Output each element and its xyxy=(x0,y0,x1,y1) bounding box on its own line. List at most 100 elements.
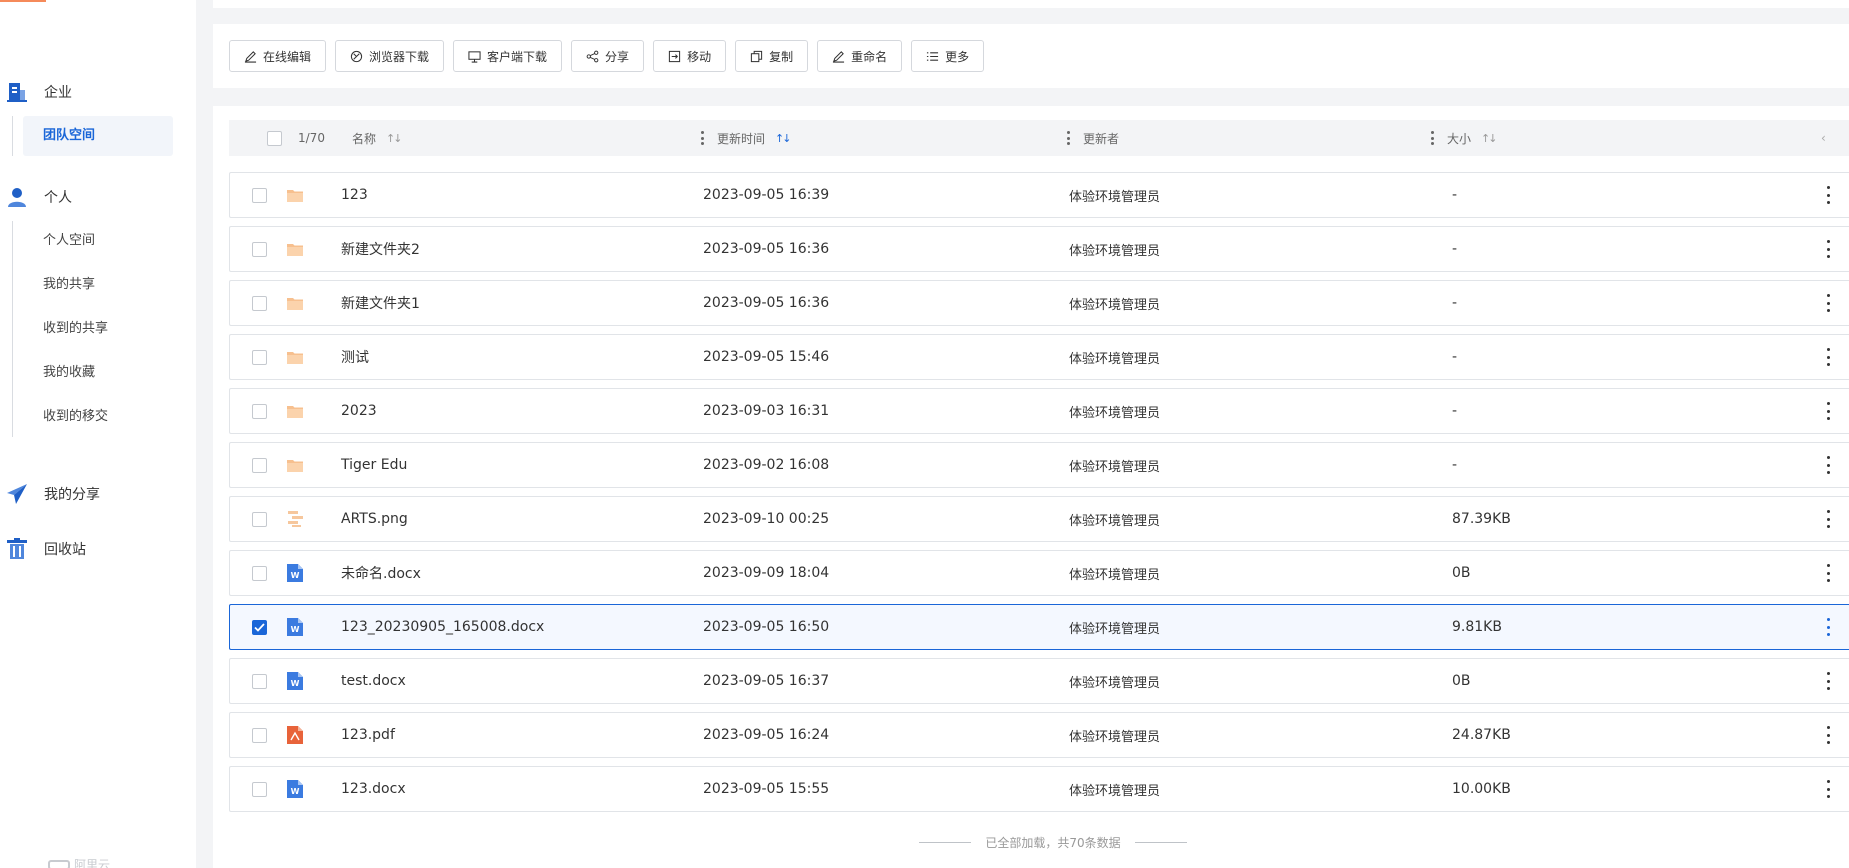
table-row[interactable]: 新建文件夹1 2023-09-05 16:36 体验环境管理员 - xyxy=(229,280,1849,326)
header-name[interactable]: 名称 ↑↓ xyxy=(352,120,403,156)
file-name[interactable]: Tiger Edu xyxy=(341,443,407,487)
divider-right xyxy=(1134,842,1187,843)
file-name[interactable]: 123 xyxy=(341,173,368,217)
row-checkbox[interactable] xyxy=(252,565,267,581)
sidebar-item-received-transfers[interactable]: 收到的移交 xyxy=(23,397,173,437)
nav-my-share[interactable]: 我的分享 xyxy=(0,480,196,508)
row-checkbox[interactable] xyxy=(252,619,267,635)
column-resize-handle[interactable] xyxy=(701,131,704,145)
cloud-logo-icon xyxy=(48,859,70,868)
more-button[interactable]: 更多 xyxy=(911,40,985,72)
row-checkbox[interactable] xyxy=(252,727,267,743)
header-size[interactable]: 大小 ↑↓ xyxy=(1447,120,1498,156)
nav-recycle-label: 回收站 xyxy=(44,542,86,558)
file-name[interactable]: 新建文件夹1 xyxy=(341,281,420,325)
file-name[interactable]: 123.pdf xyxy=(341,713,395,757)
copy-button[interactable]: 复制 xyxy=(735,40,809,72)
select-all-checkbox[interactable] xyxy=(267,130,282,146)
file-name[interactable]: test.docx xyxy=(341,659,406,703)
online-edit-button[interactable]: 在线编辑 xyxy=(229,40,327,72)
updated-time: 2023-09-05 16:36 xyxy=(703,241,830,257)
updater-name: 体验环境管理员 xyxy=(1069,783,1161,799)
file-name[interactable]: 123.docx xyxy=(341,767,406,811)
footer-logo-label: 阿里云 xyxy=(74,858,111,868)
table-row[interactable]: W 123_20230905_165008.docx 2023-09-05 16:5… xyxy=(229,604,1849,650)
row-more-icon[interactable] xyxy=(1825,672,1831,690)
updated-time: 2023-09-05 15:55 xyxy=(703,781,830,797)
move-button[interactable]: 移动 xyxy=(653,40,727,72)
row-more-icon[interactable] xyxy=(1825,294,1831,312)
row-checkbox[interactable] xyxy=(252,511,267,527)
nav-recycle-bin[interactable]: 回收站 xyxy=(0,535,196,563)
row-more-icon[interactable] xyxy=(1825,726,1831,744)
row-more-icon[interactable] xyxy=(1825,780,1831,798)
folder-icon xyxy=(287,443,303,487)
table-row[interactable]: ARTS.png 2023-09-10 00:25 体验环境管理员 87.39KB xyxy=(229,496,1849,542)
rename-label: 重命名 xyxy=(851,49,888,64)
column-resize-handle[interactable] xyxy=(1431,131,1434,145)
file-name[interactable]: 测试 xyxy=(341,335,369,379)
updater-name: 体验环境管理员 xyxy=(1069,297,1161,313)
row-more-icon[interactable] xyxy=(1825,510,1831,528)
header-updater[interactable]: 更新者 xyxy=(1083,120,1119,156)
table-row[interactable]: Tiger Edu 2023-09-02 16:08 体验环境管理员 - xyxy=(229,442,1849,488)
row-more-icon[interactable] xyxy=(1825,402,1831,420)
file-name[interactable]: 123_20230905_165008.docx xyxy=(341,605,544,649)
table-row[interactable]: 测试 2023-09-05 15:46 体验环境管理员 - xyxy=(229,334,1849,380)
file-size: 0B xyxy=(1452,673,1471,689)
table-row[interactable]: W 123.docx 2023-09-05 15:55 体验环境管理员 10.00KB xyxy=(229,766,1849,812)
file-size: 87.39KB xyxy=(1452,511,1511,527)
sidebar-item-favorites[interactable]: 我的收藏 xyxy=(23,353,173,393)
file-name[interactable]: 2023 xyxy=(341,389,377,433)
updater-name: 体验环境管理员 xyxy=(1069,729,1161,745)
row-checkbox[interactable] xyxy=(252,187,267,203)
sidebar-item-my-shares[interactable]: 我的共享 xyxy=(23,265,173,305)
row-checkbox[interactable] xyxy=(252,295,267,311)
row-more-icon[interactable] xyxy=(1825,618,1831,636)
rename-button[interactable]: 重命名 xyxy=(817,40,903,72)
chevron-left-icon[interactable]: ‹ xyxy=(1821,120,1826,156)
sidebar-item-received-shares[interactable]: 收到的共享 xyxy=(23,309,173,349)
client-download-label: 客户端下载 xyxy=(487,49,548,64)
share-button[interactable]: 分享 xyxy=(571,40,645,72)
row-more-icon[interactable] xyxy=(1825,456,1831,474)
top-strip xyxy=(213,0,1849,8)
row-more-icon[interactable] xyxy=(1825,240,1831,258)
row-more-icon[interactable] xyxy=(1825,348,1831,366)
updated-time: 2023-09-05 16:39 xyxy=(703,187,830,203)
file-size: 24.87KB xyxy=(1452,727,1511,743)
column-resize-handle[interactable] xyxy=(1067,131,1070,145)
row-checkbox[interactable] xyxy=(252,781,267,797)
table-row[interactable]: W 未命名.docx 2023-09-09 18:04 体验环境管理员 0B xyxy=(229,550,1849,596)
paper-plane-icon xyxy=(6,483,28,505)
folder-icon xyxy=(287,335,303,379)
header-updated[interactable]: 更新时间 ↑↓ xyxy=(717,120,792,156)
file-name[interactable]: 未命名.docx xyxy=(341,551,421,595)
nav-enterprise[interactable]: 企业 xyxy=(0,78,196,106)
row-checkbox[interactable] xyxy=(252,673,267,689)
table-row[interactable]: 123 2023-09-05 16:39 体验环境管理员 - xyxy=(229,172,1849,218)
updater-name: 体验环境管理员 xyxy=(1069,405,1161,421)
browser-download-button[interactable]: 浏览器下载 xyxy=(335,40,445,72)
row-checkbox[interactable] xyxy=(252,403,267,419)
table-row[interactable]: 123.pdf 2023-09-05 16:24 体验环境管理员 24.87KB xyxy=(229,712,1849,758)
table-row[interactable]: 2023 2023-09-03 16:31 体验环境管理员 - xyxy=(229,388,1849,434)
nav-personal[interactable]: 个人 xyxy=(0,183,196,211)
sidebar-item-team-space[interactable]: 团队空间 xyxy=(23,116,173,156)
file-name[interactable]: 新建文件夹2 xyxy=(341,227,420,271)
file-name[interactable]: ARTS.png xyxy=(341,497,408,541)
svg-text:W: W xyxy=(291,787,300,796)
row-more-icon[interactable] xyxy=(1825,564,1831,582)
client-download-button[interactable]: 客户端下载 xyxy=(453,40,563,72)
svg-text:W: W xyxy=(291,571,300,580)
row-checkbox[interactable] xyxy=(252,241,267,257)
copy-label: 复制 xyxy=(769,49,794,64)
nav-group-recycle: 回收站 xyxy=(0,535,196,563)
row-checkbox[interactable] xyxy=(252,457,267,473)
table-row[interactable]: Wtest.docx 2023-09-05 16:37 体验环境管理员 0B xyxy=(229,658,1849,704)
updater-name: 体验环境管理员 xyxy=(1069,567,1161,583)
table-row[interactable]: 新建文件夹2 2023-09-05 16:36 体验环境管理员 - xyxy=(229,226,1849,272)
row-checkbox[interactable] xyxy=(252,349,267,365)
row-more-icon[interactable] xyxy=(1825,186,1831,204)
sidebar-item-personal-space[interactable]: 个人空间 xyxy=(23,221,173,261)
